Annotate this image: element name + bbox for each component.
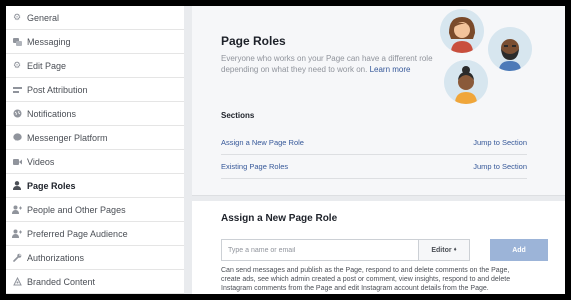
sidebar-item-label: Messenger Platform <box>27 132 108 143</box>
messenger-icon <box>12 133 22 143</box>
content-gutter <box>184 6 192 294</box>
settings-window: ⚙ General Messaging ⚙ Edit Page Post Att… <box>6 6 565 294</box>
form-spacer <box>470 239 490 261</box>
messaging-icon <box>12 37 22 47</box>
page-title: Page Roles <box>221 34 286 48</box>
jump-to-section-link[interactable]: Jump to Section <box>473 162 527 171</box>
role-select-dropdown[interactable]: Editor ♦ <box>418 239 470 261</box>
gear-icon: ⚙ <box>12 12 22 22</box>
sidebar-item-authorizations[interactable]: Authorizations <box>6 246 184 270</box>
person-icon <box>12 181 22 191</box>
jump-to-section-link[interactable]: Jump to Section <box>473 138 527 147</box>
sidebar-item-label: Videos <box>27 156 55 167</box>
wrench-icon <box>12 253 22 263</box>
sidebar-item-label: Authorizations <box>27 252 85 263</box>
section-row-existing: Existing Page Roles Jump to Section <box>221 154 527 178</box>
role-select-value: Editor <box>431 246 452 254</box>
sidebar-item-label: Preferred Page Audience <box>27 228 128 239</box>
sidebar-item-preferred-page-audience[interactable]: Preferred Page Audience <box>6 222 184 246</box>
learn-more-link[interactable]: Learn more <box>370 65 411 74</box>
page-roles-header-panel: Page Roles Everyone who works on your Pa… <box>192 6 565 196</box>
sidebar-item-edit-page[interactable]: ⚙ Edit Page <box>6 54 184 78</box>
section-divider <box>221 178 527 179</box>
gear-icon: ⚙ <box>12 60 22 70</box>
section-link-assign-new-role[interactable]: Assign a New Page Role <box>221 138 304 147</box>
sidebar-item-label: General <box>27 12 60 23</box>
sidebar-item-label: Edit Page <box>27 60 67 71</box>
avatar-bearded-man-illustration <box>488 27 532 71</box>
sidebar-item-label: Notifications <box>27 108 77 119</box>
sidebar-item-post-attribution[interactable]: Post Attribution <box>6 78 184 102</box>
settings-sidebar: ⚙ General Messaging ⚙ Edit Page Post Att… <box>6 6 184 294</box>
flag-icon <box>12 85 22 95</box>
people-icon <box>12 205 22 215</box>
name-or-email-input[interactable] <box>221 239 418 261</box>
sections-heading: Sections <box>221 111 255 120</box>
add-button[interactable]: Add <box>490 239 548 261</box>
video-icon <box>12 157 22 167</box>
assign-role-heading: Assign a New Page Role <box>221 213 338 224</box>
avatar-woman-bun-illustration <box>444 60 488 104</box>
sidebar-item-page-roles[interactable]: Page Roles <box>6 174 184 198</box>
section-row-assign: Assign a New Page Role Jump to Section <box>221 130 527 154</box>
avatar-woman-illustration <box>440 9 484 53</box>
people-icon <box>12 229 22 239</box>
sidebar-item-label: Post Attribution <box>27 84 88 95</box>
sidebar-item-label: Messaging <box>27 36 71 47</box>
sidebar-item-label: People and Other Pages <box>27 204 126 215</box>
globe-icon <box>12 109 22 119</box>
sidebar-item-people-and-other-pages[interactable]: People and Other Pages <box>6 198 184 222</box>
sidebar-item-messaging[interactable]: Messaging <box>6 30 184 54</box>
section-link-existing-roles[interactable]: Existing Page Roles <box>221 162 288 171</box>
sidebar-item-general[interactable]: ⚙ General <box>6 6 184 30</box>
role-permissions-description: Can send messages and publish as the Pag… <box>221 267 511 292</box>
sidebar-item-notifications[interactable]: Notifications <box>6 102 184 126</box>
assign-role-form: Editor ♦ Add <box>221 239 548 261</box>
sidebar-item-videos[interactable]: Videos <box>6 150 184 174</box>
main-content: Page Roles Everyone who works on your Pa… <box>192 6 565 294</box>
sidebar-item-messenger-platform[interactable]: Messenger Platform <box>6 126 184 150</box>
page-roles-description: Everyone who works on your Page can have… <box>221 53 436 75</box>
branded-content-icon <box>12 277 22 287</box>
sidebar-item-branded-content[interactable]: Branded Content <box>6 270 184 294</box>
sidebar-item-label: Branded Content <box>27 276 96 287</box>
sidebar-item-label: Page Roles <box>27 180 76 191</box>
chevron-updown-icon: ♦ <box>453 247 457 253</box>
